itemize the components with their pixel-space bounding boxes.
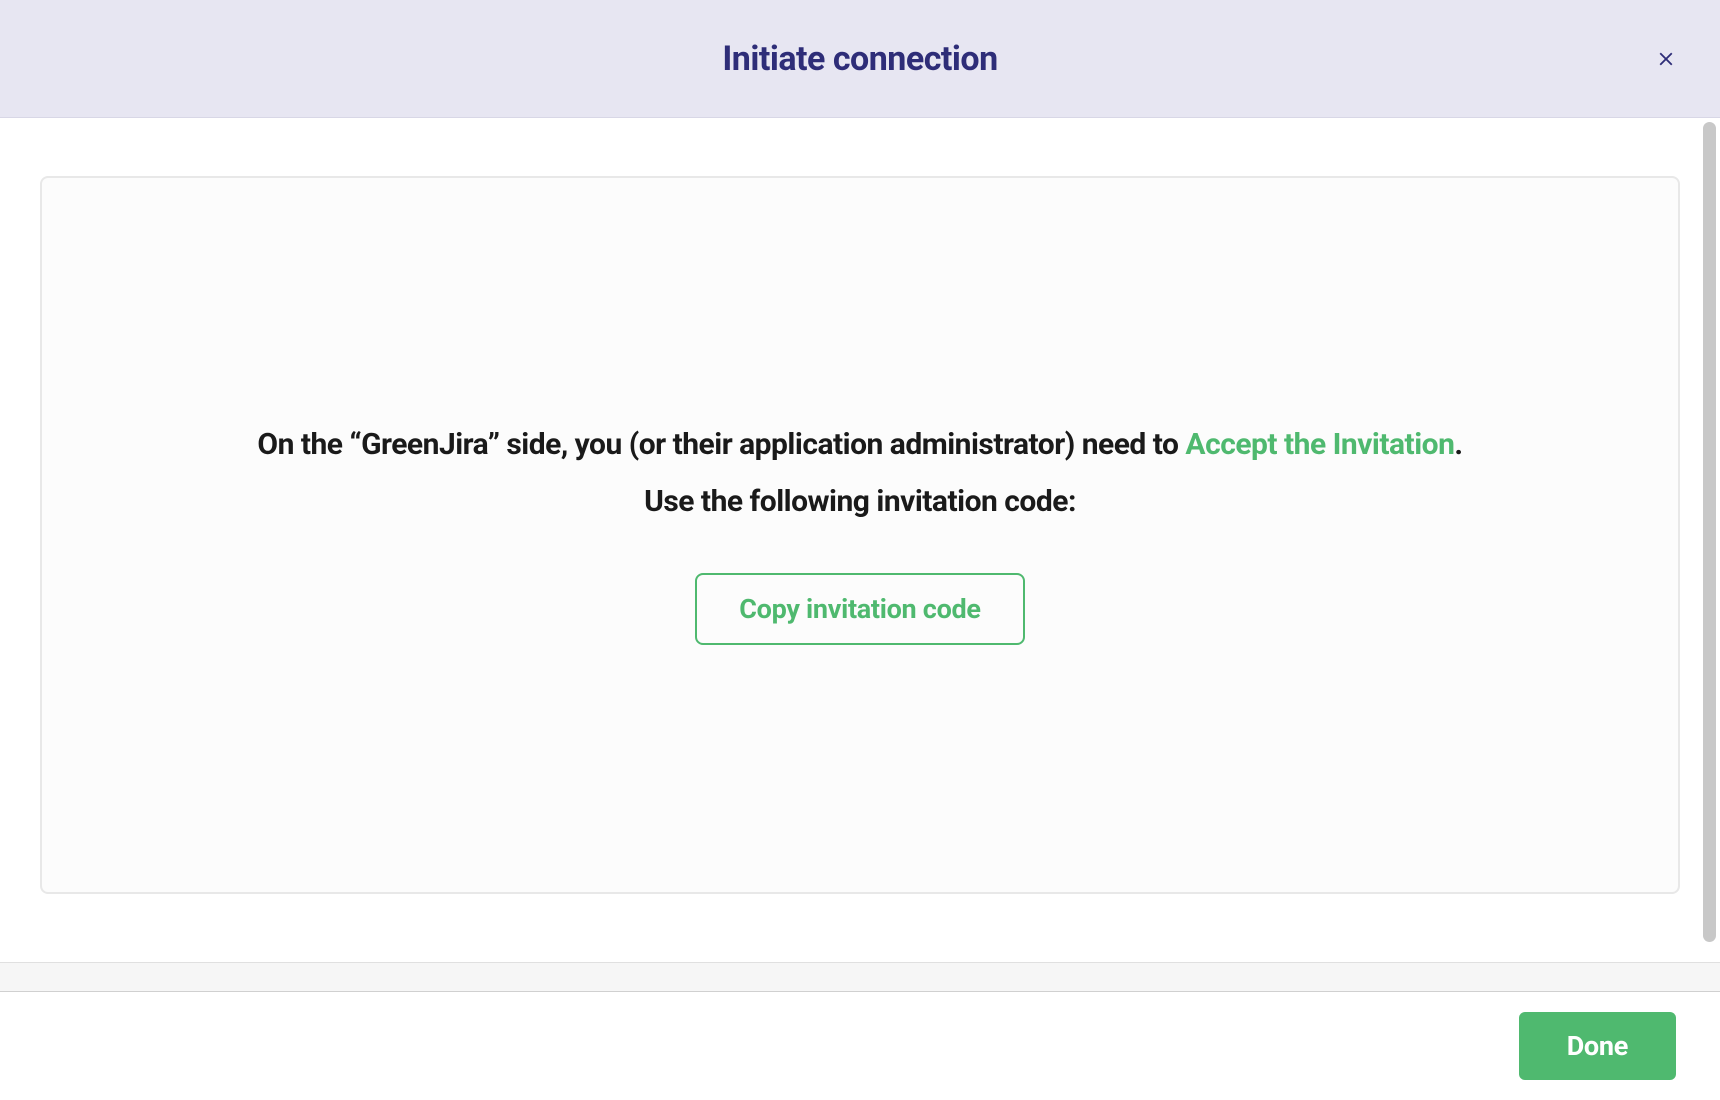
done-button[interactable]: Done xyxy=(1519,1012,1676,1080)
sub-instruction-text: Use the following invitation code: xyxy=(644,484,1076,519)
content-card: On the “GreenJira” side, you (or their a… xyxy=(40,176,1680,894)
modal-footer: Done xyxy=(0,992,1720,1100)
instruction-prefix: On the “ xyxy=(257,427,361,462)
instruction-mid: ” side, you (or their application admini… xyxy=(488,427,1186,462)
accept-invitation-link[interactable]: Accept the Invitation xyxy=(1185,427,1454,462)
scrollbar-thumb[interactable] xyxy=(1703,122,1716,942)
modal-title: Initiate connection xyxy=(722,39,997,79)
modal-body: On the “GreenJira” side, you (or their a… xyxy=(0,118,1720,962)
close-icon[interactable] xyxy=(1654,47,1678,71)
modal-header: Initiate connection xyxy=(0,0,1720,118)
instance-name: GreenJira xyxy=(361,427,488,462)
divider-area xyxy=(0,962,1720,992)
instruction-text: On the “GreenJira” side, you (or their a… xyxy=(257,425,1462,466)
modal-container: Initiate connection On the “GreenJira” s… xyxy=(0,0,1720,1100)
copy-invitation-code-button[interactable]: Copy invitation code xyxy=(695,573,1024,645)
x-icon xyxy=(1655,48,1677,70)
instruction-suffix: . xyxy=(1454,427,1462,462)
